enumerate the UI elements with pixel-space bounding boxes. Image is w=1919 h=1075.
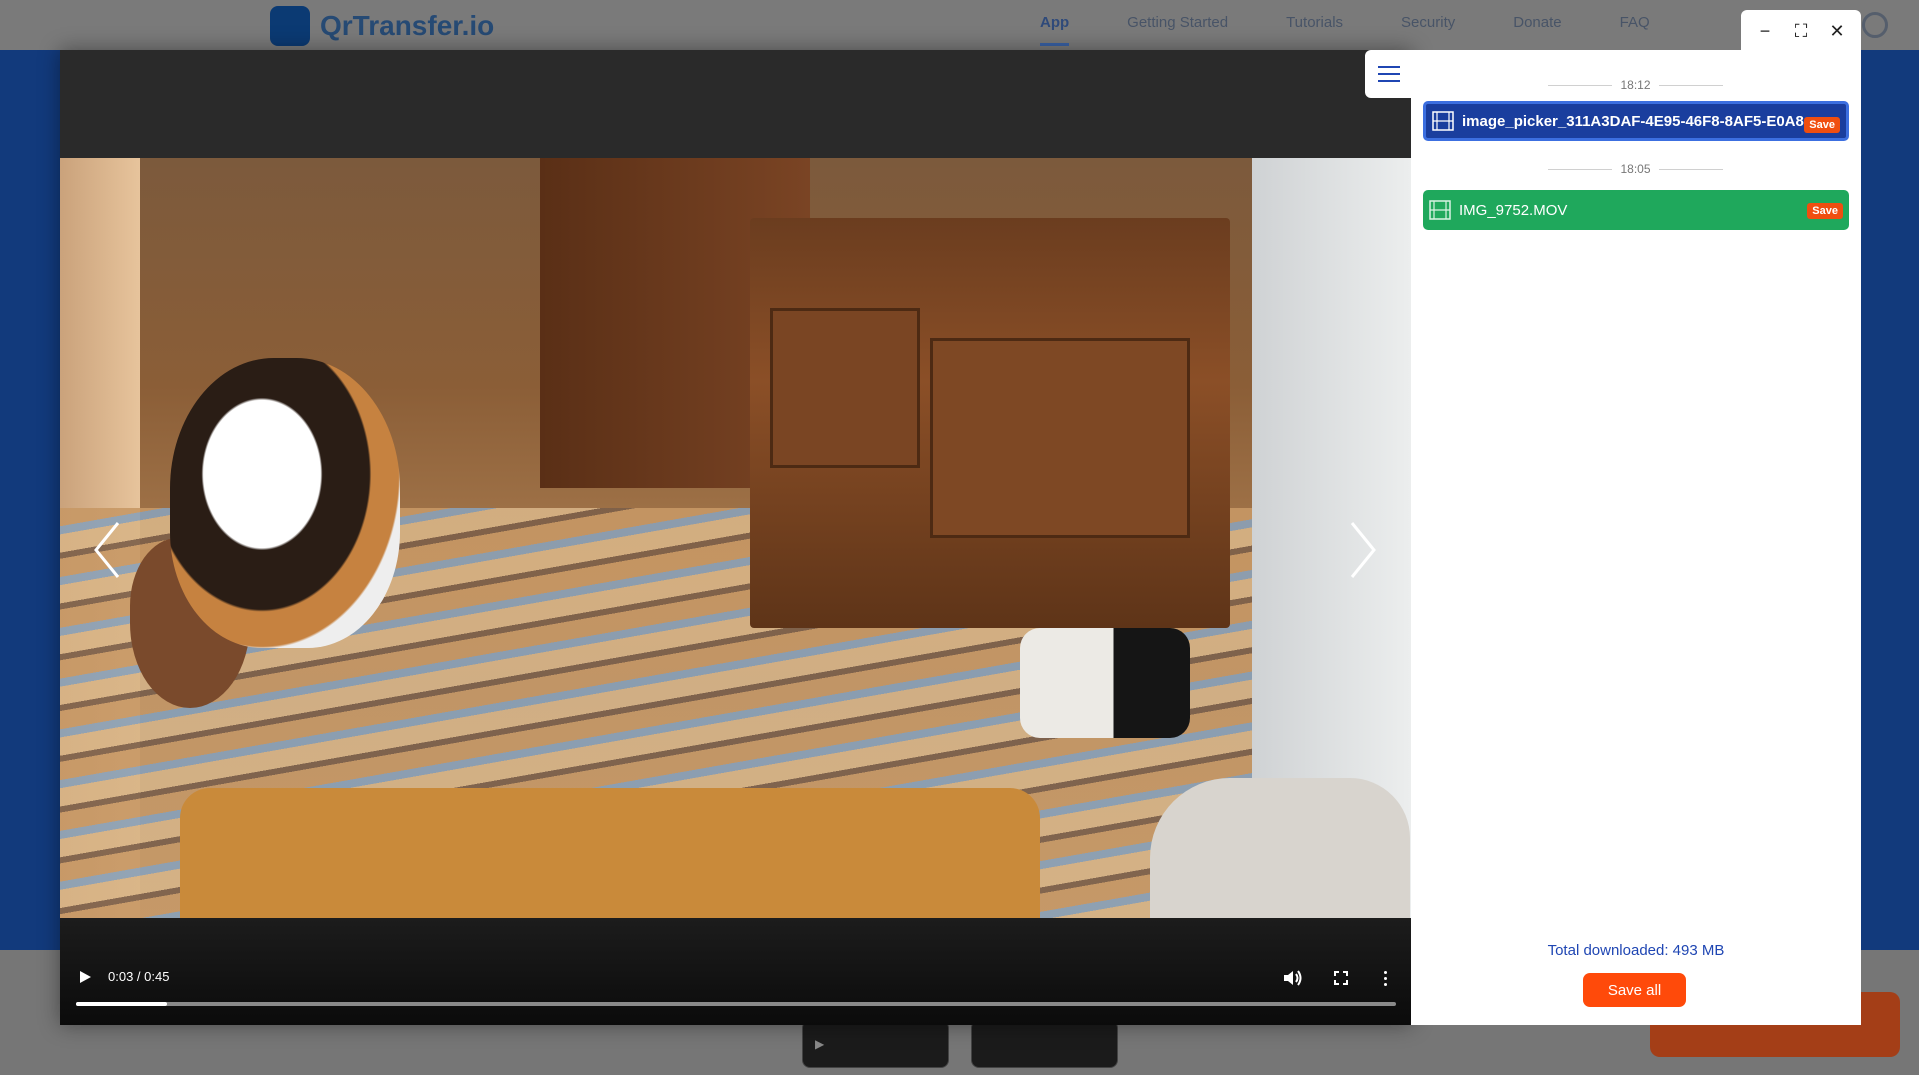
scene-cat	[170, 358, 400, 648]
progress-bar[interactable]	[76, 1002, 1396, 1006]
time-label: 18:05	[1620, 162, 1651, 176]
maximize-button[interactable]: ⛶	[1786, 21, 1816, 42]
chevron-right-icon	[1350, 522, 1376, 578]
nav-item-security: Security	[1401, 14, 1456, 31]
minimize-button[interactable]: −	[1750, 21, 1780, 42]
hamburger-menu-icon	[1378, 66, 1400, 68]
save-button[interactable]: Save	[1807, 203, 1843, 219]
save-button[interactable]: Save	[1804, 117, 1840, 133]
nav-item-faq: FAQ	[1619, 14, 1650, 31]
total-downloaded: Total downloaded: 493 MB	[1547, 942, 1725, 959]
time-separator: 18:05	[1548, 162, 1723, 176]
scene-rug	[180, 788, 1040, 918]
volume-button[interactable]	[1280, 966, 1304, 990]
film-icon	[1432, 111, 1454, 131]
nav-item-tutorials: Tutorials	[1286, 14, 1344, 31]
logo-text: QrTransfer.io	[320, 10, 495, 41]
nav-item-getting-started: Getting Started	[1127, 14, 1229, 31]
background-nav: App Getting Started Tutorials Security D…	[1040, 14, 1650, 46]
fullscreen-button[interactable]	[1330, 967, 1352, 989]
window-controls: − ⛶ ✕	[1741, 10, 1861, 52]
app-store-badge	[971, 1020, 1118, 1068]
more-vert-icon	[1383, 970, 1387, 974]
time-display: 0:03 / 0:45	[108, 969, 170, 984]
play-icon	[80, 971, 91, 983]
viewer-top-bar	[60, 50, 1412, 158]
time-label: 18:12	[1620, 78, 1651, 92]
file-name: image_picker_311A3DAF-4E95-46F8-8AF5-E0A…	[1462, 112, 1804, 130]
background-logo: QrTransfer.io	[270, 6, 494, 46]
media-viewer: 0:03 / 0:45	[60, 50, 1412, 1025]
next-button[interactable]	[1342, 515, 1382, 585]
file-item[interactable]: IMG_9752.MOV Save	[1423, 190, 1849, 230]
play-button[interactable]	[74, 966, 96, 988]
menu-button[interactable]	[1365, 50, 1413, 98]
close-button[interactable]: ✕	[1822, 21, 1852, 42]
volume-icon	[1284, 970, 1302, 986]
background-gear-icon	[1862, 12, 1888, 38]
save-all-button[interactable]: Save all	[1583, 973, 1686, 1007]
time-separator: 18:12	[1548, 78, 1723, 92]
fullscreen-icon	[1334, 971, 1348, 985]
scene-drawer	[930, 338, 1190, 538]
film-icon	[1429, 200, 1451, 220]
scene-slipper	[1150, 778, 1410, 918]
chevron-left-icon	[94, 522, 120, 578]
file-item[interactable]: image_picker_311A3DAF-4E95-46F8-8AF5-E0A…	[1423, 101, 1849, 141]
scene-shoes	[1020, 628, 1190, 738]
video-controls: 0:03 / 0:45	[60, 918, 1412, 1025]
progress-fill	[76, 1002, 168, 1006]
scene-drawer	[770, 308, 920, 468]
file-name: IMG_9752.MOV	[1459, 201, 1568, 219]
nav-item-app: App	[1040, 14, 1070, 46]
nav-item-donate: Donate	[1513, 14, 1562, 31]
previous-button[interactable]	[88, 515, 128, 585]
video-frame[interactable]	[60, 158, 1412, 918]
logo-mark	[270, 6, 310, 46]
google-play-badge: ▶	[802, 1020, 949, 1068]
more-options-button[interactable]	[1377, 966, 1393, 990]
